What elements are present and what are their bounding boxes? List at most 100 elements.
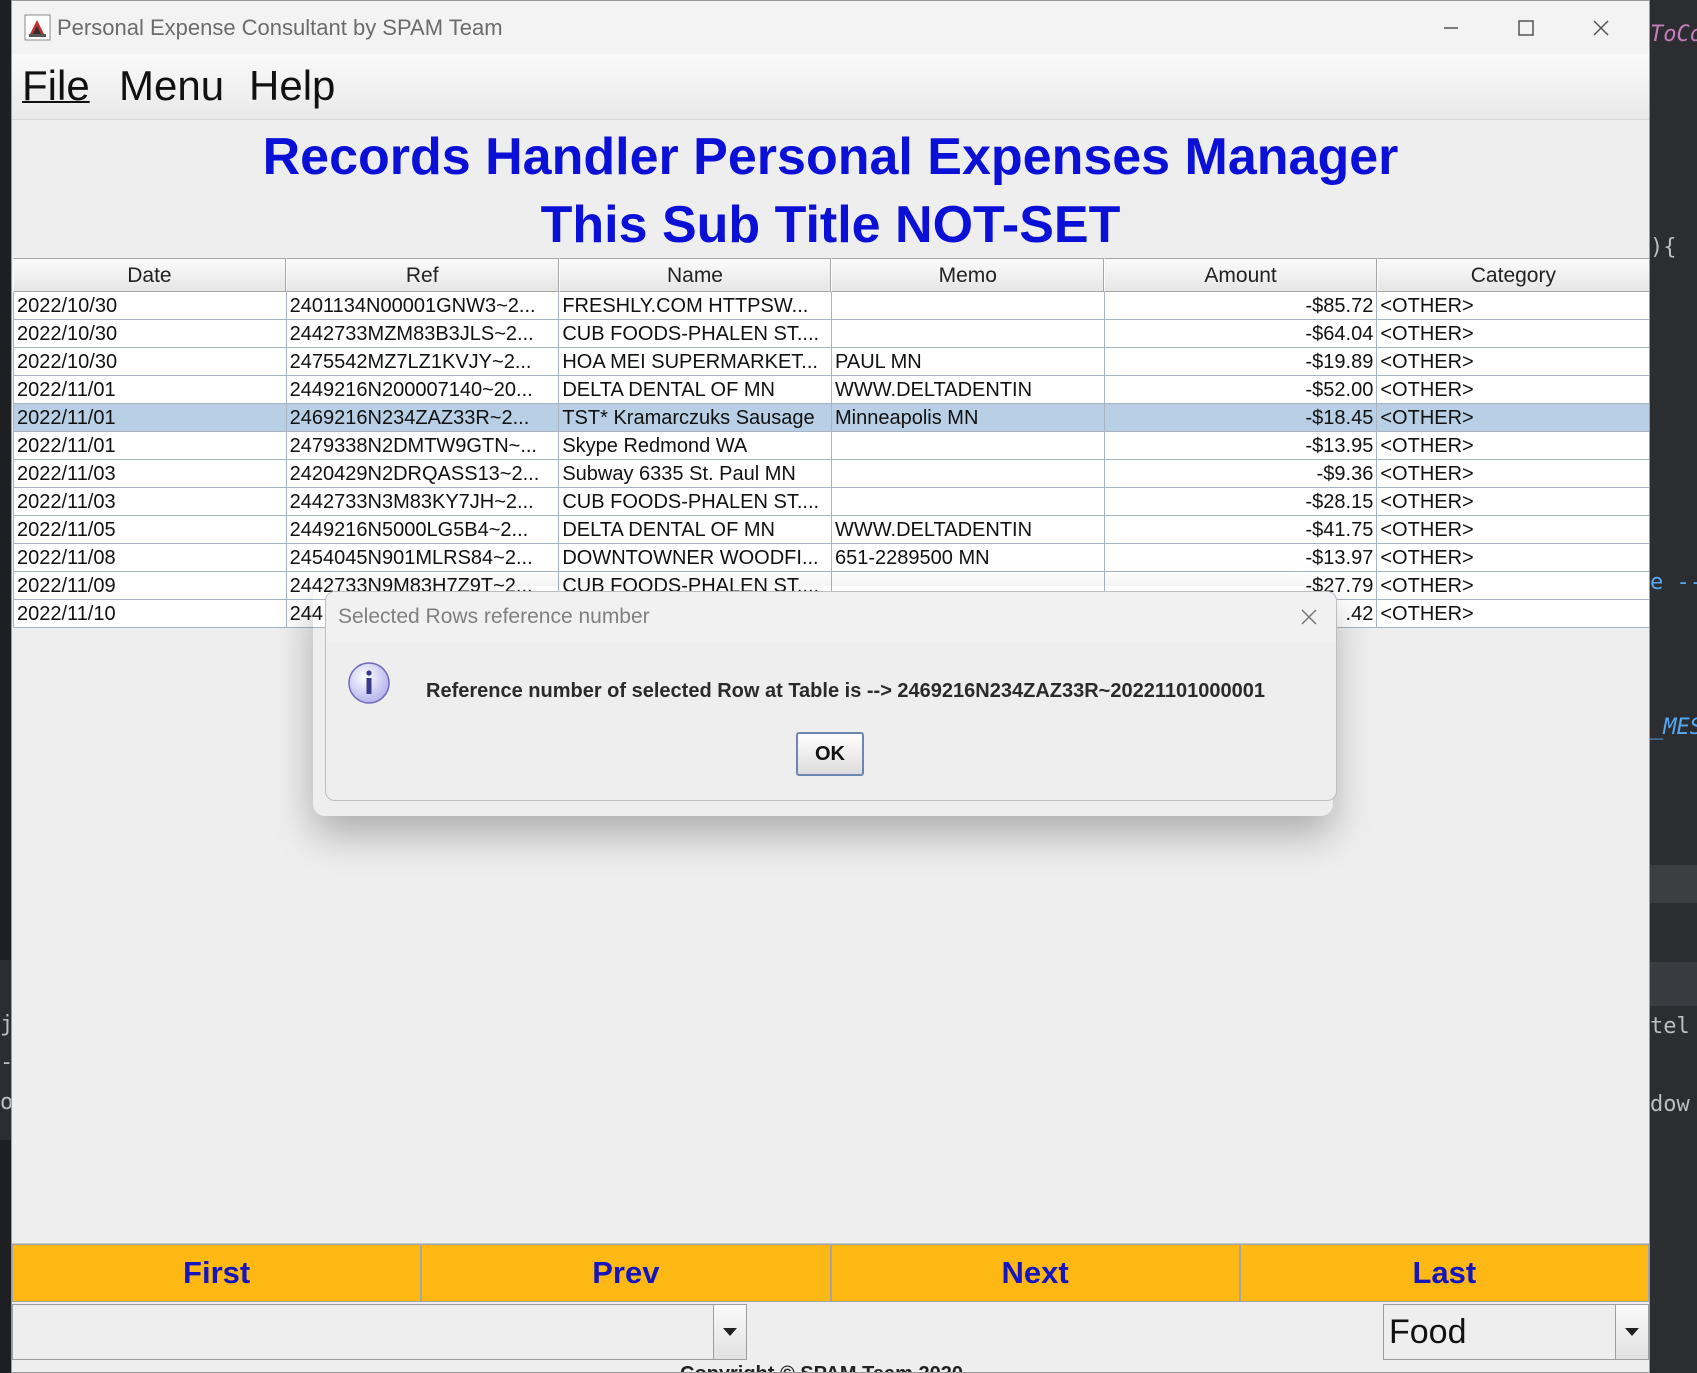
table-cell-category[interactable]: <OTHER> — [1377, 320, 1649, 348]
column-header-ref[interactable]: Ref — [285, 258, 559, 292]
table-cell-category[interactable]: <OTHER> — [1377, 544, 1649, 572]
table-cell-category[interactable]: <OTHER> — [1377, 516, 1649, 544]
table-cell-amount[interactable]: -$85.72 — [1104, 292, 1378, 320]
table-cell-category[interactable]: <OTHER> — [1377, 376, 1649, 404]
table-cell-date[interactable]: 2022/11/03 — [14, 488, 287, 516]
table-row[interactable]: 2022/11/08 2454045N901MLRS84~2... DOWNTOWN… — [14, 544, 1649, 572]
table-cell-memo[interactable]: WWW.DELTADENTIN — [832, 376, 1105, 404]
column-header-date[interactable]: Date — [13, 258, 286, 292]
table-row[interactable]: 2022/11/03 2442733N3M83KY7JH~2... CUB FOOD… — [14, 488, 1649, 516]
table-cell-amount[interactable]: -$64.04 — [1104, 320, 1378, 348]
menu-help[interactable]: Help — [249, 62, 335, 110]
table-cell-ref[interactable]: 2479338N2DMTW9GTN~... — [286, 432, 560, 460]
column-header-amount[interactable]: Amount — [1104, 258, 1377, 292]
table-cell-category[interactable]: <OTHER> — [1377, 488, 1649, 516]
table-cell-name[interactable]: FRESHLY.COM HTTPSW... — [559, 292, 833, 320]
table-row[interactable]: 2022/11/05 2449216N5000LG5B4~2... DELTA DE… — [14, 516, 1649, 544]
table-cell-ref[interactable]: 2469216N234ZAZ33R~2... — [286, 404, 560, 432]
table-cell-memo[interactable] — [832, 292, 1105, 320]
table-cell-amount[interactable]: -$28.15 — [1104, 488, 1378, 516]
table-cell-date[interactable]: 2022/10/30 — [14, 348, 287, 376]
expenses-table[interactable]: Date Ref Name Memo Amount Category 2022/… — [13, 258, 1649, 628]
first-button[interactable]: First — [12, 1244, 422, 1302]
table-cell-name[interactable]: DOWNTOWNER WOODFI... — [559, 544, 833, 572]
table-cell-memo[interactable]: WWW.DELTADENTIN — [832, 516, 1105, 544]
table-cell-amount[interactable]: -$9.36 — [1104, 460, 1378, 488]
table-cell-name[interactable]: Subway 6335 St. Paul MN — [559, 460, 833, 488]
filter-combobox[interactable] — [12, 1304, 747, 1360]
dialog-close-button[interactable] — [1294, 602, 1324, 632]
prev-button[interactable]: Prev — [421, 1244, 831, 1302]
table-cell-memo[interactable]: Minneapolis MN — [832, 404, 1105, 432]
table-cell-memo[interactable] — [832, 488, 1105, 516]
table-cell-date[interactable]: 2022/11/01 — [14, 404, 287, 432]
table-row[interactable]: 2022/11/01 2449216N200007140~20... DELTA D… — [14, 376, 1649, 404]
table-cell-ref[interactable]: 2454045N901MLRS84~2... — [286, 544, 560, 572]
category-combobox[interactable]: Food — [1383, 1304, 1649, 1360]
table-cell-name[interactable]: DELTA DENTAL OF MN — [559, 376, 833, 404]
table-cell-memo[interactable] — [832, 320, 1105, 348]
table-cell-category[interactable]: <OTHER> — [1377, 460, 1649, 488]
table-row[interactable]: 2022/10/30 2475542MZ7LZ1KVJY~2... HOA MEI … — [14, 348, 1649, 376]
table-cell-amount[interactable]: -$19.89 — [1104, 348, 1378, 376]
column-header-name[interactable]: Name — [558, 258, 832, 292]
minimize-button[interactable] — [1434, 11, 1468, 45]
table-cell-date[interactable]: 2022/11/01 — [14, 376, 287, 404]
column-header-memo[interactable]: Memo — [831, 258, 1105, 292]
menu-menu[interactable]: Menu — [119, 62, 224, 110]
table-cell-ref[interactable]: 2475542MZ7LZ1KVJY~2... — [286, 348, 560, 376]
table-row[interactable]: 2022/10/30 2401134N00001GNW3~2... FRESHLY.… — [14, 292, 1649, 320]
table-cell-ref[interactable]: 2401134N00001GNW3~2... — [286, 292, 560, 320]
table-row[interactable]: 2022/11/01 2479338N2DMTW9GTN~... Skype Red… — [14, 432, 1649, 460]
table-cell-category[interactable]: <OTHER> — [1377, 292, 1649, 320]
table-cell-name[interactable]: HOA MEI SUPERMARKET... — [559, 348, 833, 376]
table-row[interactable]: 2022/11/03 2420429N2DRQASS13~2... Subway 6… — [14, 460, 1649, 488]
table-body: 2022/10/30 2401134N00001GNW3~2... FRESHLY.… — [13, 292, 1649, 628]
table-cell-date[interactable]: 2022/11/10 — [14, 600, 287, 628]
column-header-category[interactable]: Category — [1376, 258, 1649, 292]
table-cell-date[interactable]: 2022/11/08 — [14, 544, 287, 572]
table-cell-memo[interactable] — [832, 460, 1105, 488]
table-cell-memo[interactable]: PAUL MN — [832, 348, 1105, 376]
table-cell-category[interactable]: <OTHER> — [1377, 404, 1649, 432]
maximize-button[interactable] — [1509, 11, 1543, 45]
table-cell-category[interactable]: <OTHER> — [1377, 600, 1649, 628]
table-cell-name[interactable]: DELTA DENTAL OF MN — [559, 516, 833, 544]
table-cell-amount[interactable]: -$18.45 — [1104, 404, 1378, 432]
table-cell-ref[interactable]: 2449216N200007140~20... — [286, 376, 560, 404]
table-row[interactable]: 2022/11/01 2469216N234ZAZ33R~2... TST* Kra… — [14, 404, 1649, 432]
table-cell-ref[interactable]: 2442733N3M83KY7JH~2... — [286, 488, 560, 516]
table-cell-date[interactable]: 2022/11/01 — [14, 432, 287, 460]
close-button[interactable] — [1584, 11, 1618, 45]
title-bar[interactable]: Personal Expense Consultant by SPAM Team — [12, 1, 1649, 54]
next-button[interactable]: Next — [830, 1244, 1240, 1302]
table-cell-category[interactable]: <OTHER> — [1377, 348, 1649, 376]
ok-button[interactable]: OK — [796, 732, 864, 776]
table-cell-ref[interactable]: 2442733MZM83B3JLS~2... — [286, 320, 560, 348]
table-cell-date[interactable]: 2022/11/09 — [14, 572, 287, 600]
table-row[interactable]: 2022/10/30 2442733MZM83B3JLS~2... CUB FOOD… — [14, 320, 1649, 348]
table-cell-name[interactable]: CUB FOODS-PHALEN ST.... — [559, 488, 833, 516]
table-cell-name[interactable]: Skype Redmond WA — [559, 432, 833, 460]
table-cell-ref[interactable]: 2420429N2DRQASS13~2... — [286, 460, 560, 488]
table-cell-category[interactable]: <OTHER> — [1377, 572, 1649, 600]
table-cell-date[interactable]: 2022/11/03 — [14, 460, 287, 488]
table-cell-category[interactable]: <OTHER> — [1377, 432, 1649, 460]
table-cell-amount[interactable]: -$52.00 — [1104, 376, 1378, 404]
table-cell-memo[interactable] — [832, 432, 1105, 460]
table-cell-ref[interactable]: 2449216N5000LG5B4~2... — [286, 516, 560, 544]
table-cell-name[interactable]: TST* Kramarczuks Sausage — [559, 404, 833, 432]
table-cell-date[interactable]: 2022/11/05 — [14, 516, 287, 544]
table-cell-amount[interactable]: -$13.97 — [1104, 544, 1378, 572]
category-combobox-arrow[interactable] — [1615, 1305, 1648, 1359]
table-cell-amount[interactable]: -$41.75 — [1104, 516, 1378, 544]
table-cell-name[interactable]: CUB FOODS-PHALEN ST.... — [559, 320, 833, 348]
menu-file[interactable]: File — [22, 62, 90, 110]
table-cell-amount[interactable]: -$13.95 — [1104, 432, 1378, 460]
last-button[interactable]: Last — [1239, 1244, 1649, 1302]
dialog-title-bar[interactable]: Selected Rows reference number — [326, 592, 1336, 642]
table-cell-memo[interactable]: 651-2289500 MN — [832, 544, 1105, 572]
table-cell-date[interactable]: 2022/10/30 — [14, 292, 287, 320]
filter-combobox-arrow[interactable] — [713, 1305, 746, 1359]
table-cell-date[interactable]: 2022/10/30 — [14, 320, 287, 348]
